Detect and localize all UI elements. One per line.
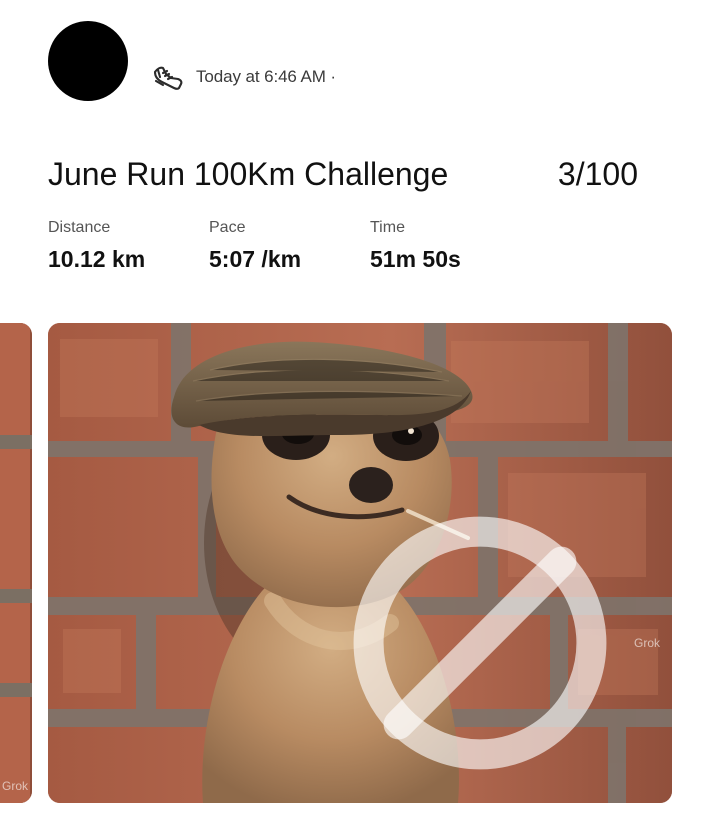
post-timestamp: Today at 6:46 AM · [196,67,336,86]
pace-value: 5:07 /km [209,246,302,272]
previous-brick-photo [0,323,32,803]
running-shoe-icon [153,66,183,90]
distance-value: 10.12 km [48,246,146,272]
distance-stat: Distance 10.12 km [48,216,209,273]
activity-post: Today at 6:46 AM · June Run 100Km Challe… [0,0,720,820]
meerkat-photo-card[interactable]: Grok [48,323,672,803]
activity-stats: Distance 10.12 km Pace 5:07 /km Time 51m… [48,216,531,273]
distance-label: Distance [48,219,111,236]
main-photo-watermark-text: Grok [633,636,660,650]
time-stat: Time 51m 50s [370,216,531,273]
grok-logo-icon [353,516,607,770]
challenge-title[interactable]: June Run 100Km Challenge [48,156,448,193]
photo-carousel[interactable]: Grok Grok [0,323,720,803]
main-photo-watermark: Grok [330,493,660,793]
time-label: Time [370,219,405,236]
time-value: 51m 50s [370,246,461,272]
previous-photo-card[interactable]: Grok [0,323,32,803]
pace-stat: Pace 5:07 /km [209,216,370,273]
previous-photo-watermark: Grok [2,779,29,793]
challenge-progress: 3/100 [557,155,638,192]
avatar[interactable] [48,21,128,101]
activity-meta: Today at 6:46 AM · [150,59,336,95]
challenge-header: June Run 100Km Challenge 3/100 [48,152,638,196]
pace-label: Pace [209,219,246,236]
